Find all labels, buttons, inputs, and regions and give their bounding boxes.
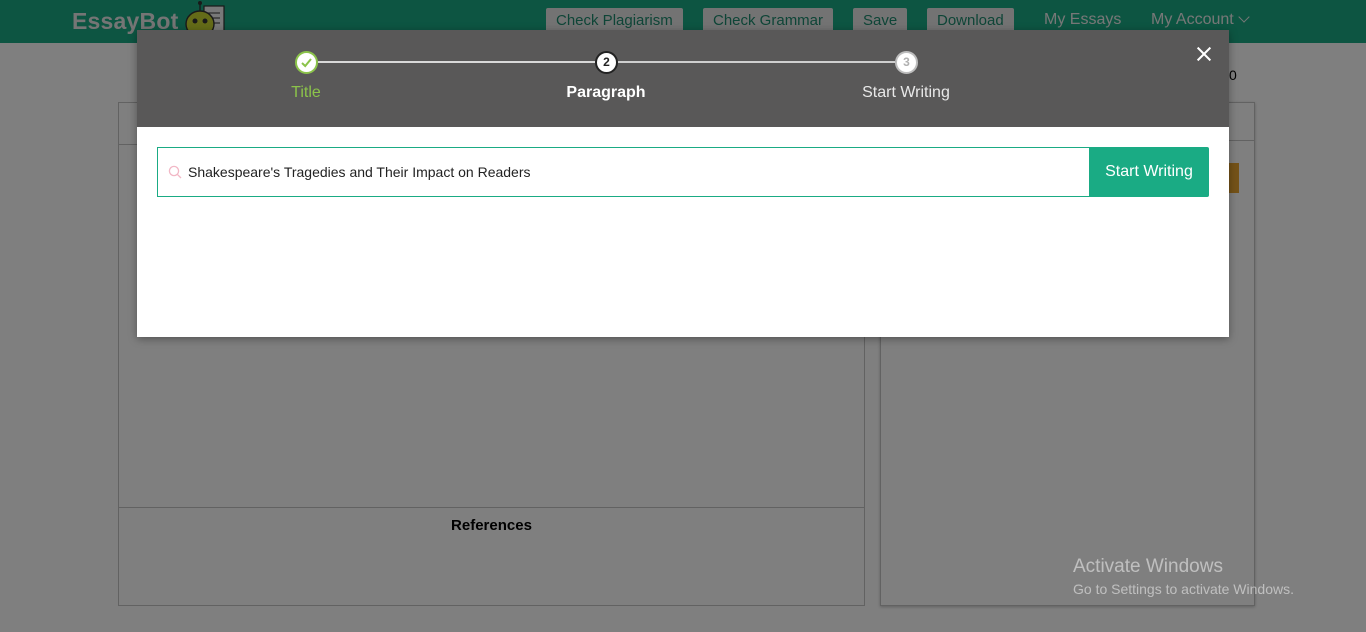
paragraph-search-box[interactable] (157, 147, 1090, 197)
start-writing-button[interactable]: Start Writing (1089, 147, 1209, 197)
search-icon (168, 165, 182, 179)
step-3-indicator[interactable]: 3 (895, 51, 918, 74)
close-modal-button[interactable] (1194, 44, 1214, 64)
step-3-label[interactable]: Start Writing (826, 84, 986, 102)
windows-activation-watermark: Activate Windows Go to Settings to activ… (1073, 556, 1294, 597)
step-2-indicator[interactable]: 2 (595, 51, 618, 74)
wizard-stepper: 2 3 Title Paragraph Start Writing (137, 30, 1229, 127)
step-connector (618, 61, 895, 63)
step-1-label[interactable]: Title (226, 84, 386, 102)
watermark-subtitle: Go to Settings to activate Windows. (1073, 581, 1294, 597)
watermark-title: Activate Windows (1073, 556, 1223, 577)
step-2-label[interactable]: Paragraph (526, 84, 686, 102)
essay-title-input[interactable] (188, 148, 1078, 196)
step-connector (318, 61, 595, 63)
essay-wizard-modal: 2 3 Title Paragraph Start Writing Start … (137, 30, 1229, 337)
step-1-indicator[interactable] (295, 51, 318, 74)
checkmark-icon (301, 58, 312, 68)
